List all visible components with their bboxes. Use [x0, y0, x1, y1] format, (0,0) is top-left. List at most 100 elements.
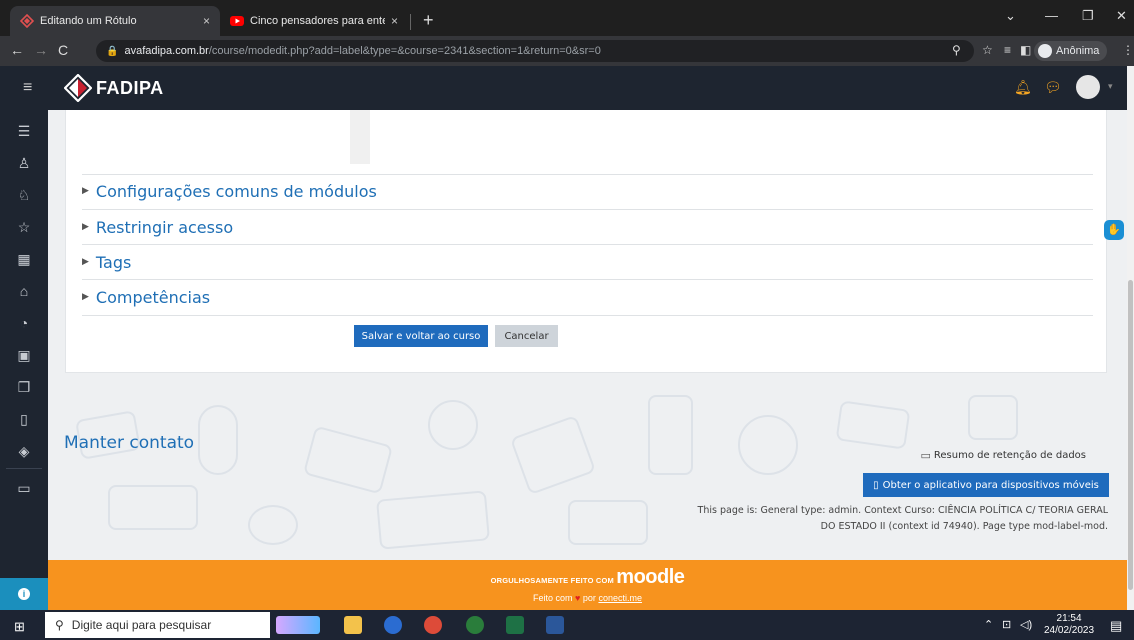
- conecti-link[interactable]: conecti.me: [598, 593, 642, 603]
- star-icon[interactable]: ☆: [0, 219, 48, 236]
- section-label: Tags: [95, 252, 132, 272]
- youtube-icon: [230, 14, 244, 28]
- notifications-bell-icon[interactable]: 🔔︎: [1014, 79, 1032, 96]
- graduation-cap-icon[interactable]: ◈: [0, 443, 48, 460]
- word-icon[interactable]: [546, 616, 564, 634]
- reload-icon[interactable]: C: [58, 42, 68, 58]
- new-tab-button[interactable]: +: [423, 10, 434, 31]
- reading-list-icon[interactable]: ≡: [1004, 43, 1011, 57]
- taskbar-clock[interactable]: 21:54 24/02/2023: [1044, 613, 1094, 637]
- mobile-phone-icon: ▯: [873, 479, 879, 491]
- hamburger-menu-icon[interactable]: ≡: [23, 79, 32, 97]
- calendar-icon[interactable]: ▣: [0, 347, 48, 364]
- dashboard-icon[interactable]: ◔: [0, 315, 48, 331]
- side-panel-icon[interactable]: ◧: [1020, 43, 1031, 57]
- zoom-icon[interactable]: ⚲: [952, 43, 961, 57]
- windows-taskbar: ⊞ ⚲ Digite aqui para pesquisar ⌃ ⊡ ◁) 21…: [0, 610, 1134, 640]
- save-and-return-button[interactable]: Salvar e voltar ao curso: [354, 325, 488, 347]
- tab-separator: [410, 14, 411, 30]
- files-icon[interactable]: ❐: [0, 379, 48, 396]
- forward-icon[interactable]: →: [34, 42, 48, 58]
- section-tags[interactable]: ▶ Tags: [82, 245, 131, 279]
- notifications-icon[interactable]: ▤: [1110, 618, 1122, 634]
- brand-name: FADIPA: [96, 77, 164, 98]
- taskbar-search-input[interactable]: ⚲ Digite aqui para pesquisar: [45, 612, 270, 638]
- users-icon[interactable]: ♙: [0, 155, 48, 172]
- gradebook-icon[interactable]: ▦: [0, 251, 48, 268]
- minimize-icon[interactable]: —: [1045, 8, 1058, 23]
- doodle-shape: [738, 415, 798, 475]
- accessibility-widget-icon[interactable]: ✋: [1104, 220, 1124, 240]
- clock-date: 24/02/2023: [1044, 625, 1095, 636]
- section-label: Restringir acesso: [95, 217, 234, 237]
- volume-icon[interactable]: ◁): [1020, 618, 1032, 631]
- badge-icon[interactable]: ♘: [0, 187, 48, 204]
- tab-cinco-pensadores[interactable]: Cinco pensadores para entender ×: [220, 6, 408, 36]
- fadipa-logo-icon: [64, 74, 92, 102]
- widgets-icon[interactable]: [276, 616, 320, 634]
- file-explorer-icon[interactable]: [344, 616, 362, 634]
- folder-icon[interactable]: ▭: [0, 480, 48, 497]
- section-competencies[interactable]: ▶ Competências: [82, 280, 210, 314]
- scrollbar-thumb[interactable]: [1128, 280, 1133, 590]
- tab-search-icon[interactable]: ⌄: [1005, 8, 1016, 24]
- user-menu-chevron-down-icon[interactable]: ▾: [1108, 81, 1113, 92]
- made-with-label: ORGULHOSAMENTE FEITO COM: [490, 576, 614, 585]
- profile-label: Anônima: [1056, 45, 1100, 57]
- section-common-module-settings[interactable]: ▶ Configurações comuns de módulos: [82, 174, 377, 208]
- address-bar-row: ← → C 🔒 avafadipa.com.br/course/modedit.…: [0, 36, 1134, 66]
- cancel-button[interactable]: Cancelar: [495, 325, 558, 347]
- tab-editando-rotulo[interactable]: Editando um Rótulo ×: [10, 6, 220, 36]
- tab-close-icon[interactable]: ×: [391, 14, 398, 28]
- page-info-text: This page is: General type: admin. Conte…: [697, 505, 1108, 532]
- menu-icon[interactable]: ⋮: [1122, 43, 1134, 57]
- tray-chevron-up-icon[interactable]: ⌃: [984, 618, 993, 631]
- list-icon[interactable]: ☰: [0, 123, 48, 140]
- made-by-prefix: Feito com: [533, 593, 573, 603]
- network-icon[interactable]: ⊡: [1002, 618, 1011, 631]
- editor-area-edge: [350, 110, 370, 164]
- incognito-badge[interactable]: Anônima: [1034, 41, 1108, 61]
- made-with-moodle[interactable]: ORGULHOSAMENTE FEITO COM moodle: [48, 566, 1127, 589]
- maximize-icon[interactable]: ❐: [1082, 8, 1094, 24]
- keep-in-touch-heading: Manter contato: [64, 433, 195, 453]
- clipboard-icon[interactable]: ▯: [0, 411, 48, 428]
- url-path: /course/modedit.php?add=label&type=&cour…: [208, 45, 601, 57]
- url-input[interactable]: 🔒 avafadipa.com.br/course/modedit.php?ad…: [96, 40, 974, 62]
- app-button-label: Obter o aplicativo para dispositivos móv…: [882, 479, 1099, 491]
- collapsed-triangle-icon: ▶: [82, 222, 89, 232]
- user-avatar[interactable]: [1076, 75, 1100, 99]
- doodle-shape: [108, 485, 198, 530]
- get-mobile-app-button[interactable]: ▯ Obter o aplicativo para dispositivos m…: [863, 473, 1109, 497]
- close-window-icon[interactable]: ✕: [1116, 8, 1127, 24]
- collapsed-triangle-icon: ▶: [82, 186, 89, 196]
- doodle-shape: [198, 405, 238, 475]
- messages-icon[interactable]: 💬︎: [1044, 79, 1062, 96]
- windows-start-icon[interactable]: ⊞: [14, 619, 25, 635]
- url-host: avafadipa.com.br: [124, 45, 209, 57]
- search-icon: ⚲: [55, 618, 64, 632]
- folder-icon: ▭: [920, 449, 931, 462]
- chrome-icon[interactable]: [424, 616, 442, 634]
- site-logo[interactable]: FADIPA: [64, 74, 164, 102]
- doodle-shape: [968, 395, 1018, 440]
- home-icon[interactable]: ⌂: [0, 283, 48, 299]
- excel-icon[interactable]: [506, 616, 524, 634]
- doodle-shape: [835, 400, 911, 450]
- back-icon[interactable]: ←: [10, 42, 24, 58]
- info-button[interactable]: i: [0, 578, 48, 610]
- app-icon[interactable]: [384, 616, 402, 634]
- star-icon[interactable]: ☆: [982, 43, 993, 57]
- doodle-shape: [509, 414, 597, 496]
- data-retention-link[interactable]: ▭ Resumo de retenção de dados: [920, 449, 1086, 462]
- moodle-favicon-icon: [19, 13, 35, 29]
- footer-brand-bar: ORGULHOSAMENTE FEITO COM moodle Feito co…: [48, 560, 1127, 610]
- section-restrict-access[interactable]: ▶ Restringir acesso: [82, 210, 233, 244]
- collapsed-triangle-icon: ▶: [82, 257, 89, 267]
- left-drawer: ☰ ♙ ♘ ☆ ▦ ⌂ ◔ ▣ ❐ ▯ ◈ ▭: [0, 110, 48, 610]
- doodle-shape: [568, 500, 648, 545]
- app-icon[interactable]: [466, 616, 484, 634]
- tab-title: Editando um Rótulo: [40, 15, 137, 27]
- section-divider: [82, 244, 1093, 245]
- tab-close-icon[interactable]: ×: [203, 14, 210, 28]
